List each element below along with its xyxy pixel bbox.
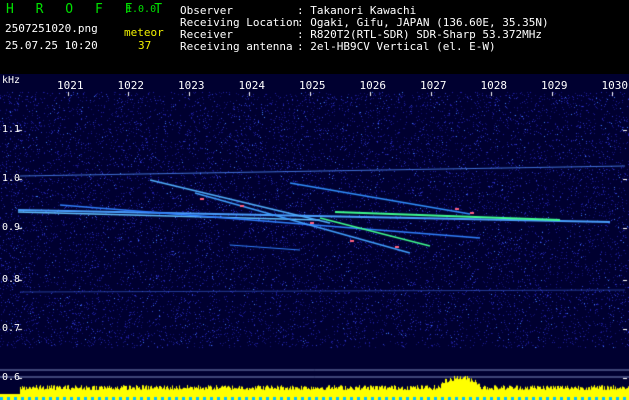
x-tick-label: 1027 (420, 79, 447, 92)
x-tick-label: 1023 (178, 79, 205, 92)
x-tick-label: 1028 (480, 79, 508, 92)
x-tick-label: 1030 (601, 79, 629, 92)
x-tick-label: 1024 (238, 79, 266, 92)
file-name: 2507251020.png (5, 22, 98, 35)
date-time: 25.07.25 10:20 (5, 39, 98, 52)
y-tick-label: 1.1 (2, 124, 21, 135)
y-tick-label: 0.9 (2, 222, 21, 233)
antenna-value: : 2el-HB9CV Vertical (el. E-W) (297, 40, 496, 53)
y-tick-label: 0.6 (2, 372, 21, 383)
x-tick-label: 1021 (57, 79, 84, 92)
x-tick-label: 1029 (541, 79, 568, 92)
x-tick-label: 1022 (117, 79, 145, 92)
x-tick-label: 1026 (359, 79, 387, 92)
y-tick-label: 0.8 (2, 274, 21, 285)
antenna-label: Receiving antenna (180, 40, 293, 53)
y-tick-label: 0.7 (2, 323, 21, 334)
app-version: 1.0.0 (126, 4, 157, 15)
header-panel: H R O F F T 1.0.0 2507251020.png 25.07.2… (0, 0, 629, 74)
meteor-label: meteor (124, 26, 164, 39)
y-tick-label: 1.0 (2, 173, 21, 184)
meteor-count: 37 (138, 39, 152, 52)
waterfall-spectrogram (0, 74, 629, 400)
y-axis-unit: kHz (2, 75, 21, 86)
x-tick-label: 1025 (299, 79, 326, 92)
